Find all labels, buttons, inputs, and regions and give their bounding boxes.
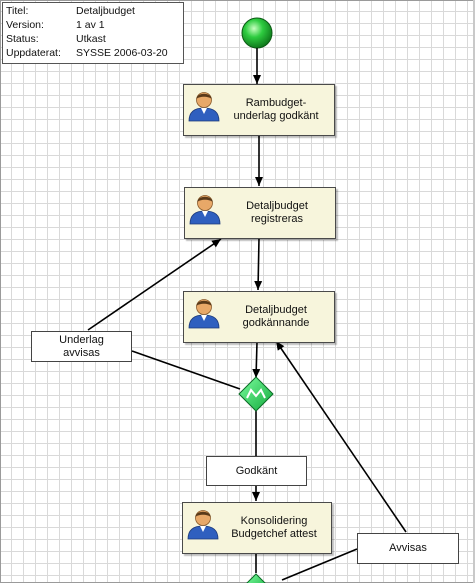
user-icon	[188, 92, 220, 122]
edge-decision-underlag-note	[131, 350, 241, 390]
user-icon	[187, 510, 219, 540]
task-detaljbudget-registreras[interactable]: Detaljbudget registreras	[184, 187, 336, 239]
info-row-version: Version: 1 av 1	[6, 18, 105, 32]
task-label: Konsolidering Budgetchef attest	[231, 515, 317, 540]
note-avvisas[interactable]: Avvisas	[357, 533, 459, 564]
info-title-key: Titel:	[6, 5, 29, 17]
start-node[interactable]	[241, 17, 273, 49]
task-konsolidering[interactable]: Konsolidering Budgetchef attest	[182, 502, 332, 554]
info-version-value: 1 av 1	[76, 19, 105, 31]
info-title-value: Detaljbudget	[76, 5, 135, 17]
task-detaljbudget-godkannande[interactable]: Detaljbudget godkännande	[183, 291, 335, 343]
info-version-key: Version:	[6, 19, 44, 31]
task-label: Detaljbudget godkännande	[242, 304, 310, 329]
info-row-title: Titel: Detaljbudget	[6, 4, 135, 18]
info-status-key: Status:	[6, 33, 39, 45]
info-status-value: Utkast	[76, 33, 106, 45]
note-godkant[interactable]: Godkänt	[206, 456, 307, 486]
info-row-status: Status: Utkast	[6, 32, 106, 46]
note-underlag-avvisas[interactable]: Underlag avvisas	[31, 331, 132, 362]
user-icon	[189, 195, 221, 225]
diagram-info-box: Titel: Detaljbudget Version: 1 av 1 Status…	[2, 2, 184, 64]
task-label: Rambudget- underlag godkänt	[233, 97, 319, 122]
user-icon	[188, 299, 220, 329]
info-updated-value: SYSSE 2006-03-20	[76, 47, 168, 59]
info-updated-key: Uppdaterat:	[6, 47, 61, 59]
decision-node[interactable]	[238, 376, 274, 412]
next-decision-node[interactable]	[245, 573, 267, 583]
task-label: Detaljbudget registreras	[246, 200, 308, 225]
edge-task2-task3	[254, 237, 263, 291]
info-row-updated: Uppdaterat: SYSSE 2006-03-20	[6, 46, 168, 60]
task-rambudget-godkant[interactable]: Rambudget- underlag godkänt	[183, 84, 335, 136]
edge-task3-decision	[252, 341, 261, 379]
